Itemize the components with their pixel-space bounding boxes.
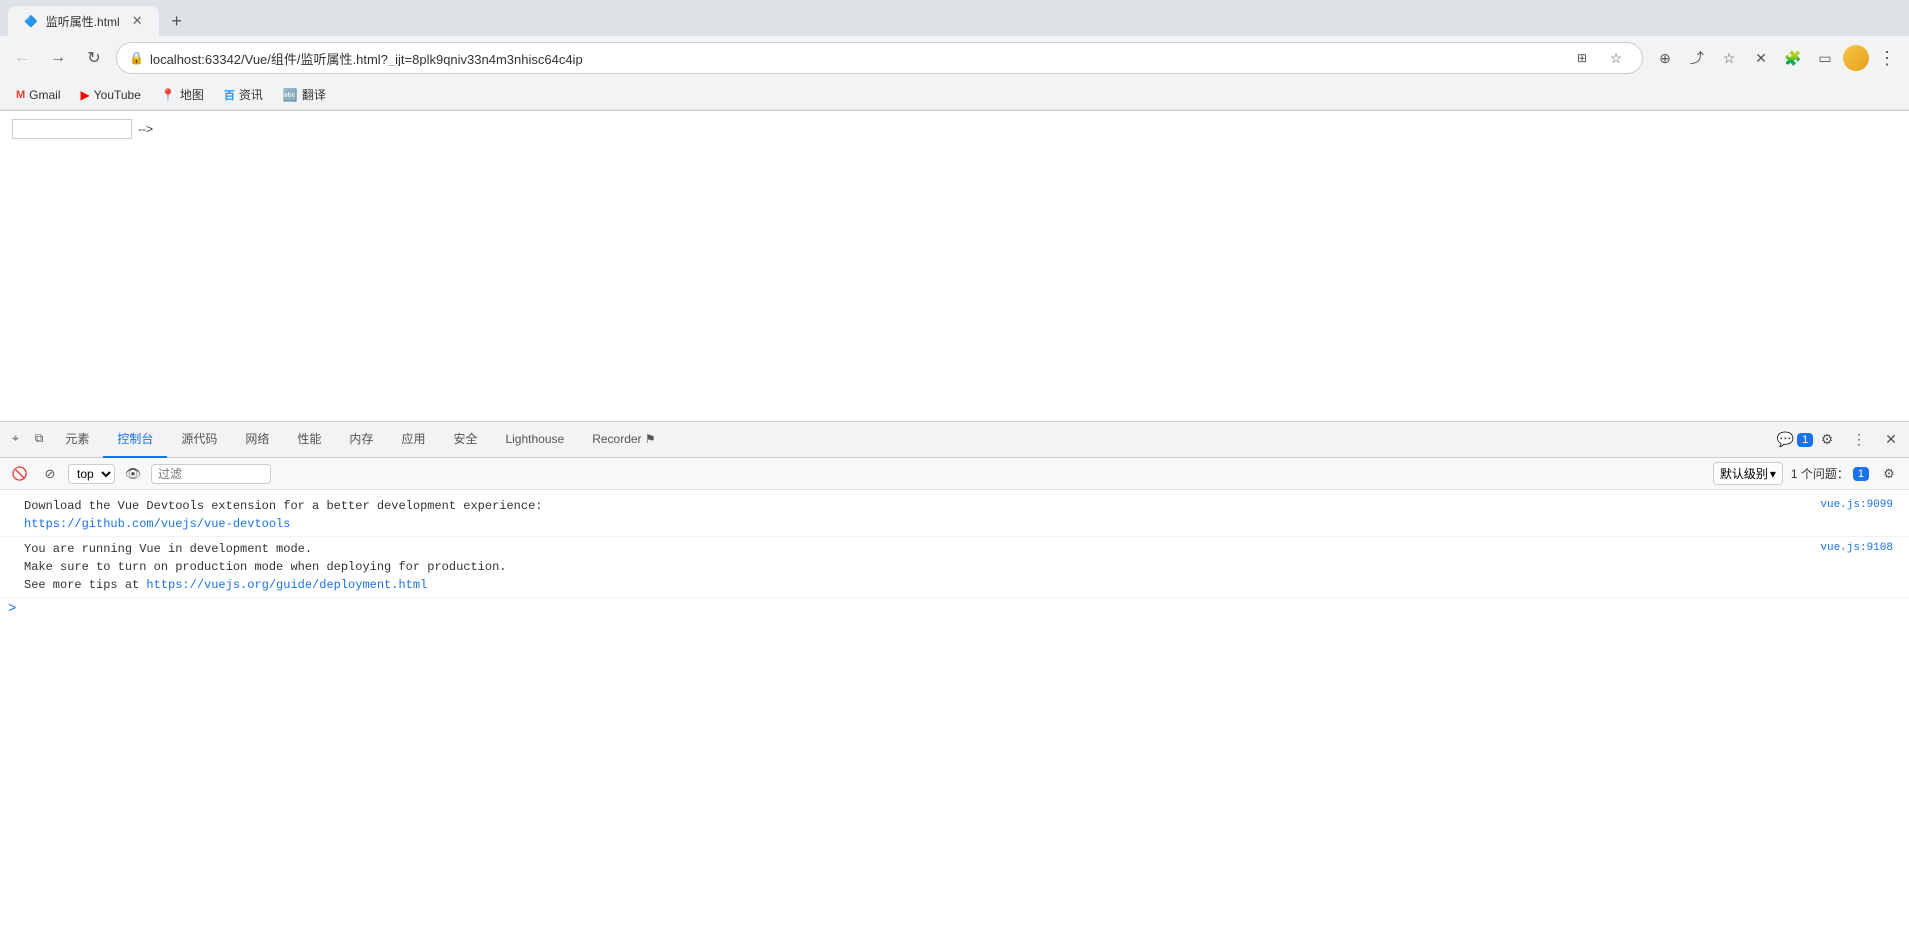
profile-avatar[interactable] xyxy=(1843,45,1869,71)
devtools-tabs: ⌖ ⧉ 元素 控制台 源代码 网络 性能 内存 应用 安全 Lighthouse… xyxy=(0,422,1909,458)
new-tab-button[interactable]: + xyxy=(163,7,191,35)
issues-text: 1 个问题： xyxy=(1791,465,1849,482)
share-icon[interactable]: ⤴ xyxy=(1683,44,1711,72)
console-message-2: vue.js:9108 You are running Vue in devel… xyxy=(0,537,1909,598)
screen-search-icon[interactable]: ⊕ xyxy=(1651,44,1679,72)
bookmark-news-label: 资讯 xyxy=(239,86,263,103)
console-msg1-link[interactable]: https://github.com/vuejs/vue-devtools xyxy=(24,517,290,531)
bookmark-news[interactable]: 百 资讯 xyxy=(216,83,271,106)
default-level-button[interactable]: 默认级别 ▾ xyxy=(1713,462,1783,485)
close-tab-icon[interactable]: ✕ xyxy=(1747,44,1775,72)
address-box: 🔒 ⊞ ☆ xyxy=(116,42,1643,74)
back-button[interactable]: ← xyxy=(8,44,36,72)
translate-icon: 🔤 xyxy=(283,88,298,102)
prompt-arrow: > xyxy=(8,601,16,617)
chevron-down-icon: ▾ xyxy=(1770,467,1776,481)
console-output: vue.js:9099 Download the Vue Devtools ex… xyxy=(0,490,1909,933)
issues-count-badge: 1 xyxy=(1853,467,1869,481)
page-input-comment: --> xyxy=(12,119,1897,139)
issue-badge: 1 个问题： 1 xyxy=(1791,465,1869,482)
devtools-tab-icon-cursor[interactable]: ⌖ xyxy=(4,422,27,458)
devtools-right-icons: 💬 1 ⚙ ⋮ ✕ xyxy=(1781,426,1905,454)
bookmarks-bar: M Gmail ▶ YouTube 📍 地图 百 资讯 🔤 翻译 xyxy=(0,80,1909,110)
bookmark-translate[interactable]: 🔤 翻译 xyxy=(275,83,334,106)
forward-button[interactable]: → xyxy=(44,44,72,72)
default-level-label: 默认级别 xyxy=(1720,465,1768,482)
toolbar-icons: ⊕ ⤴ ☆ ✕ 🧩 ▭ ⋮ xyxy=(1651,44,1901,72)
console-message-1: vue.js:9099 Download the Vue Devtools ex… xyxy=(0,494,1909,537)
tab-application[interactable]: 应用 xyxy=(387,422,439,458)
page-input[interactable] xyxy=(12,119,132,139)
console-toolbar: 🚫 ⊘ top 👁 默认级别 ▾ 1 个问题： 1 ⚙ xyxy=(0,458,1909,490)
extensions-icon[interactable]: 🧩 xyxy=(1779,44,1807,72)
console-settings-icon[interactable]: ⚙ xyxy=(1877,462,1901,486)
tab-sources[interactable]: 源代码 xyxy=(167,422,231,458)
devtools-more-icon[interactable]: ⋮ xyxy=(1845,426,1873,454)
console-msg2-link[interactable]: https://vuejs.org/guide/deployment.html xyxy=(146,578,427,592)
gmail-icon: M xyxy=(16,89,25,101)
url-input[interactable] xyxy=(150,51,1562,66)
bookmark-gmail-label: Gmail xyxy=(29,88,60,102)
tab-favicon: 🔷 xyxy=(24,15,38,28)
tab-performance[interactable]: 性能 xyxy=(283,422,335,458)
lock-icon: 🔒 xyxy=(129,51,144,65)
youtube-icon: ▶ xyxy=(81,88,90,102)
console-msg2-text1: You are running Vue in development mode. xyxy=(24,542,312,556)
tab-close-icon[interactable]: ✕ xyxy=(132,13,143,29)
menu-icon[interactable]: ⋮ xyxy=(1873,44,1901,72)
news-icon: 百 xyxy=(224,87,235,103)
console-filter-icon[interactable]: ⊘ xyxy=(38,462,62,486)
translate-page-icon[interactable]: ⊞ xyxy=(1568,44,1596,72)
tab-recorder[interactable]: Recorder ⚑ xyxy=(578,422,669,458)
bookmark-maps-label: 地图 xyxy=(180,86,204,103)
console-right-controls: 默认级别 ▾ 1 个问题： 1 ⚙ xyxy=(1713,462,1901,486)
devtools-badge: 1 xyxy=(1797,433,1813,447)
browser-chrome: 🔷 监听属性.html ✕ + ← → ↻ 🔒 ⊞ ☆ ⊕ ⤴ ☆ ✕ 🧩 ▭ … xyxy=(0,0,1909,111)
tab-elements[interactable]: 元素 xyxy=(51,422,103,458)
bookmark-maps[interactable]: 📍 地图 xyxy=(153,83,212,106)
chat-icon: 💬 xyxy=(1777,431,1794,448)
tab-bar: 🔷 监听属性.html ✕ + xyxy=(0,0,1909,36)
bookmark-star-icon[interactable]: ☆ xyxy=(1602,44,1630,72)
reload-button[interactable]: ↻ xyxy=(80,44,108,72)
console-msg1-text: Download the Vue Devtools extension for … xyxy=(24,499,542,513)
console-source-1[interactable]: vue.js:9099 xyxy=(1820,497,1893,514)
tab-memory[interactable]: 内存 xyxy=(335,422,387,458)
comment-text: --> xyxy=(138,122,153,136)
devtools-tab-icon-mobile[interactable]: ⧉ xyxy=(27,422,52,458)
console-context-select[interactable]: top xyxy=(68,464,115,484)
tab-lighthouse[interactable]: Lighthouse xyxy=(491,422,578,458)
console-eye-icon[interactable]: 👁 xyxy=(121,462,145,486)
active-tab[interactable]: 🔷 监听属性.html ✕ xyxy=(8,6,159,36)
tab-title: 监听属性.html xyxy=(46,13,120,30)
console-prompt: > xyxy=(0,598,1909,620)
bookmark-youtube[interactable]: ▶ YouTube xyxy=(73,85,149,105)
bookmark-icon[interactable]: ☆ xyxy=(1715,44,1743,72)
console-source-2[interactable]: vue.js:9108 xyxy=(1820,540,1893,557)
tab-console[interactable]: 控制台 xyxy=(103,422,167,458)
maps-icon: 📍 xyxy=(161,88,176,102)
sidebar-icon[interactable]: ▭ xyxy=(1811,44,1839,72)
devtools-messages-icon[interactable]: 💬 1 xyxy=(1781,426,1809,454)
page-content: --> xyxy=(0,111,1909,421)
devtools-panel: ⌖ ⧉ 元素 控制台 源代码 网络 性能 内存 应用 安全 Lighthouse… xyxy=(0,421,1909,933)
console-msg2-text2: Make sure to turn on production mode whe… xyxy=(24,560,506,574)
tab-network[interactable]: 网络 xyxy=(231,422,283,458)
bookmark-translate-label: 翻译 xyxy=(302,86,326,103)
console-msg2-text3: See more tips at xyxy=(24,578,146,592)
devtools-settings-icon[interactable]: ⚙ xyxy=(1813,426,1841,454)
console-filter-input[interactable] xyxy=(151,464,271,484)
address-icons: ⊞ ☆ xyxy=(1568,44,1630,72)
tab-security[interactable]: 安全 xyxy=(439,422,491,458)
console-clear-icon[interactable]: 🚫 xyxy=(8,462,32,486)
address-bar-row: ← → ↻ 🔒 ⊞ ☆ ⊕ ⤴ ☆ ✕ 🧩 ▭ ⋮ xyxy=(0,36,1909,80)
bookmark-gmail[interactable]: M Gmail xyxy=(8,85,69,105)
bookmark-youtube-label: YouTube xyxy=(94,88,141,102)
devtools-close-icon[interactable]: ✕ xyxy=(1877,426,1905,454)
